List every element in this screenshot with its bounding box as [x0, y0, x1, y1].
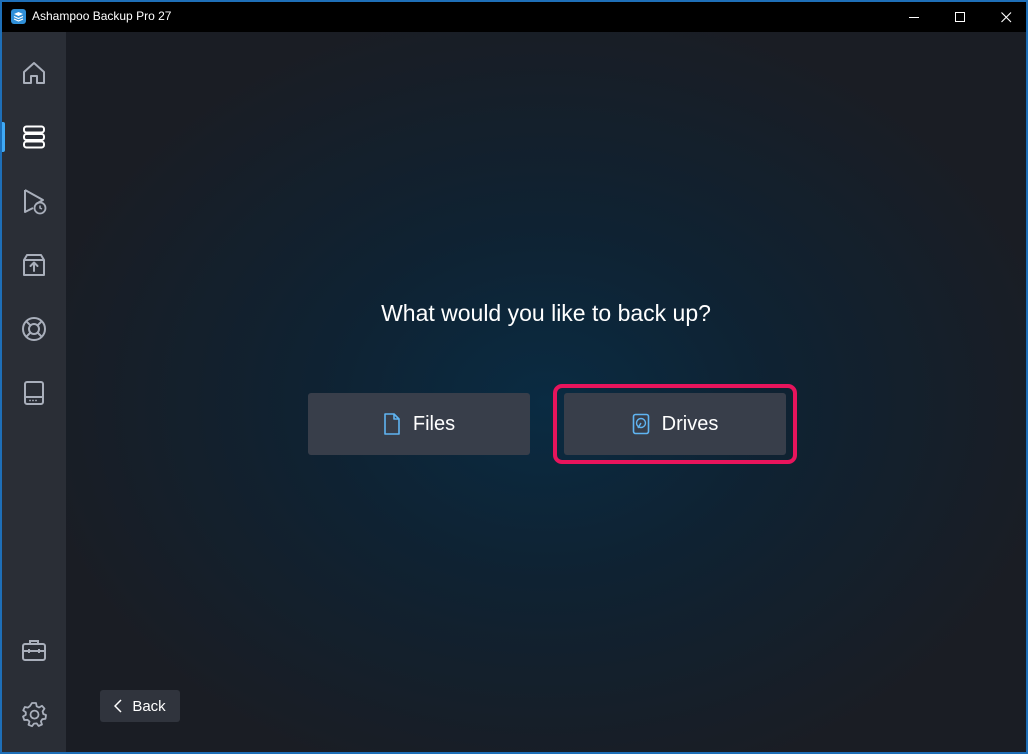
close-icon	[1000, 11, 1011, 22]
lifebuoy-icon	[22, 317, 46, 341]
gear-icon	[22, 702, 47, 728]
title-bar: Ashampoo Backup Pro 27	[2, 2, 1026, 32]
sidebar-item-schedule[interactable]	[2, 177, 66, 225]
minimize-icon	[908, 16, 919, 18]
file-icon	[383, 413, 401, 435]
back-button[interactable]: Back	[100, 690, 180, 722]
chevron-left-icon	[114, 699, 122, 713]
toolbox-icon	[22, 640, 46, 661]
files-button[interactable]: Files	[308, 393, 530, 455]
app-logo-icon	[11, 9, 26, 24]
close-button[interactable]	[983, 2, 1028, 32]
back-button-label: Back	[132, 697, 166, 715]
minimize-button[interactable]	[891, 2, 937, 32]
sidebar-item-backup[interactable]	[2, 113, 66, 161]
drives-button-label: Drives	[661, 412, 719, 435]
drive-icon	[24, 381, 44, 405]
sidebar	[2, 32, 66, 752]
page-question: What would you like to back up?	[381, 300, 711, 326]
main-content: What would you like to back up? Files Dr…	[66, 32, 1026, 752]
active-indicator	[2, 122, 5, 152]
backup-stack-icon	[23, 125, 45, 149]
files-button-label: Files	[412, 412, 456, 435]
sidebar-item-settings[interactable]	[2, 690, 66, 738]
restore-box-icon	[23, 254, 45, 276]
maximize-icon	[954, 11, 965, 22]
drives-button[interactable]: Drives	[564, 393, 786, 455]
window-title: Ashampoo Backup Pro 27	[32, 9, 172, 23]
sidebar-item-drives[interactable]	[2, 369, 66, 417]
sidebar-item-home[interactable]	[2, 49, 66, 97]
play-schedule-icon	[24, 189, 47, 215]
sidebar-item-tools[interactable]	[2, 626, 66, 674]
drive-disk-icon	[632, 413, 650, 435]
app-window: Ashampoo Backup Pro 27 What would you li…	[0, 0, 1028, 754]
maximize-button[interactable]	[937, 2, 983, 32]
sidebar-item-restore[interactable]	[2, 241, 66, 289]
sidebar-item-rescue[interactable]	[2, 305, 66, 353]
home-icon	[23, 62, 45, 84]
